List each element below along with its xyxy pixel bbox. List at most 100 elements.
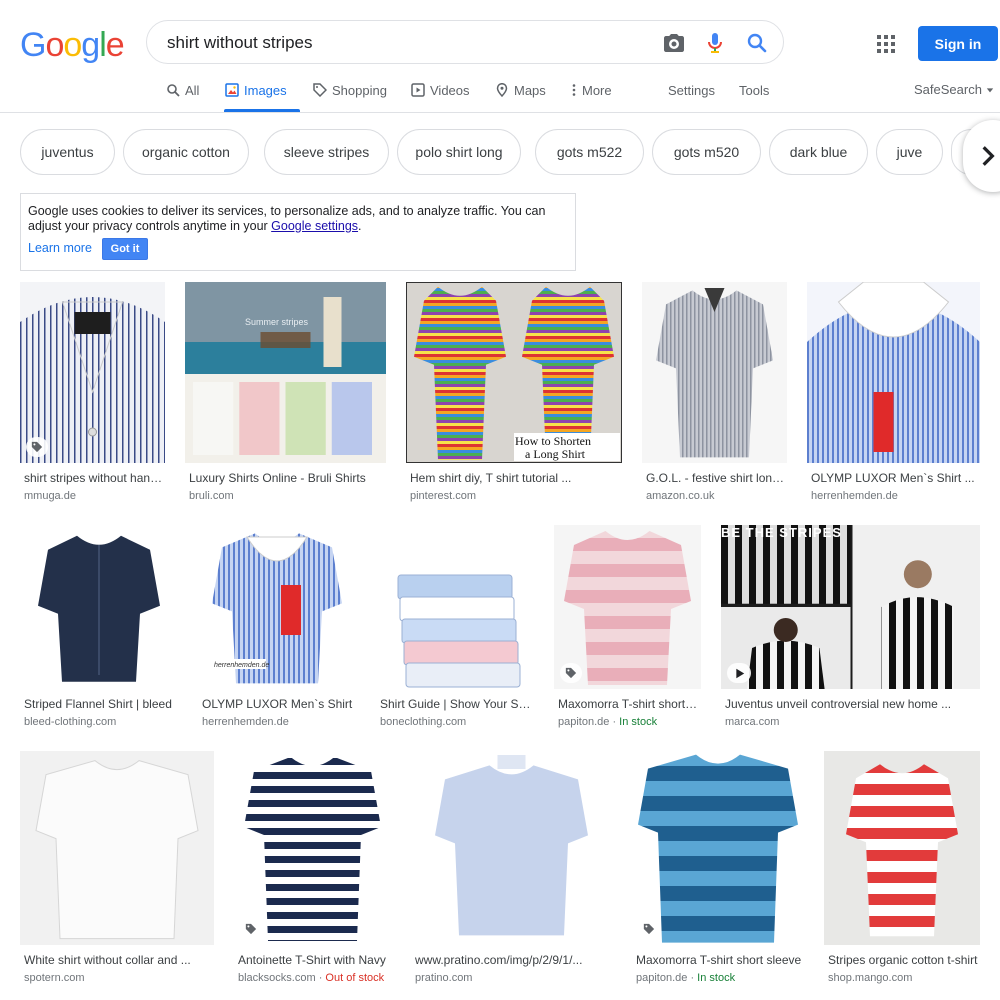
result-title[interactable]: Stripes organic cotton t-shirt [828,953,978,967]
camera-icon[interactable] [662,31,686,55]
chip-sleeve-stripes[interactable]: sleeve stripes [264,129,389,175]
cookie-notice: Google uses cookies to deliver its servi… [20,193,576,271]
settings-link[interactable]: Settings [668,81,715,99]
result-thumbnail[interactable] [824,751,980,945]
product-tag-icon [240,919,262,939]
chip-dark-blue[interactable]: dark blue [769,129,868,175]
microphone-icon[interactable] [703,31,727,55]
tools-link[interactable]: Tools [739,81,769,99]
tab-maps[interactable]: Maps [495,81,546,99]
tab-more[interactable]: More [571,81,612,99]
result-title[interactable]: G.O.L. - festive shirt long sleeve [646,471,785,485]
tab-all[interactable]: All [166,81,199,99]
tab-all-label: All [185,82,200,98]
result-thumbnail[interactable] [234,751,391,945]
result-title[interactable]: OLYMP LUXOR Men`s Shirt [202,697,354,711]
tab-images-label: Images [244,82,287,98]
result-source: mmuga.de [24,490,163,502]
google-settings-link[interactable]: Google settings [271,219,358,233]
result-title[interactable]: shirt stripes without handkerchief [24,471,163,485]
chip-organic-cotton[interactable]: organic cotton [123,129,249,175]
result-source: shop.mango.com [828,972,978,984]
result-title[interactable]: Maxomorra T-shirt short sleeve [558,697,699,711]
product-tag-icon [638,919,660,939]
chevron-right-icon [982,146,995,166]
chip-gots-m520[interactable]: gots m520 [652,129,761,175]
result-thumbnail[interactable] [20,525,178,689]
search-box[interactable]: shirt without stripes [146,20,784,64]
result-source: bleed-clothing.com [24,716,176,728]
result-image [20,525,178,689]
result-image [234,751,391,945]
result-domain: herrenhemden.de [811,490,898,502]
learn-more-link[interactable]: Learn more [28,241,92,256]
video-play-icon [727,663,751,683]
result-domain: pinterest.com [410,490,477,502]
result-thumbnail[interactable] [632,751,804,945]
chip-juve[interactable]: juve [876,129,943,175]
apps-grid-icon[interactable] [876,34,896,54]
sign-in-button[interactable]: Sign in [918,26,998,61]
logo-letter: o [45,26,64,64]
result-thumbnail[interactable] [185,282,386,463]
result-title[interactable]: Maxomorra T-shirt short sleeve [636,953,802,967]
result-domain: amazon.co.uk [646,490,715,502]
separator: · [315,972,326,984]
result-domain: marca.com [725,716,780,728]
result-thumbnail[interactable] [411,751,612,945]
result-domain: blacksocks.com [238,972,316,984]
result-domain: pratino.com [415,972,473,984]
result-thumbnail[interactable] [642,282,787,463]
result-title[interactable]: Luxury Shirts Online - Bruli Shirts [189,471,384,485]
result-thumbnail[interactable] [20,751,214,945]
result-title[interactable]: Antoinette T-Shirt with Navy [238,953,389,967]
result-title[interactable]: www.pratino.com/img/p/2/9/1/... [415,953,610,967]
result-title[interactable]: Striped Flannel Shirt | bleed [24,697,176,711]
result-image [642,282,787,463]
result-source: herrenhemden.de [202,716,354,728]
caret-down-icon [986,88,993,93]
search-icon[interactable] [745,31,769,55]
result-source: pratino.com [415,972,610,984]
result-source: papiton.de · In stock [636,972,802,984]
safesearch-dropdown[interactable]: SafeSearch [914,82,994,97]
result-source: spotern.com [24,972,212,984]
result-domain: papiton.de [558,716,610,728]
google-logo[interactable]: Google [20,26,125,65]
got-it-button[interactable]: Got it [102,238,148,260]
tab-shopping[interactable]: Shopping [313,81,387,99]
result-thumbnail[interactable] [376,525,534,689]
result-image [807,282,980,463]
result-title[interactable]: White shirt without collar and ... [24,953,212,967]
result-thumbnail[interactable] [20,282,165,463]
result-title[interactable]: OLYMP LUXOR Men`s Shirt ... [811,471,978,485]
result-source: herrenhemden.de [811,490,978,502]
result-image [185,282,386,463]
result-image [824,751,980,945]
result-image [20,751,214,945]
result-image [20,282,165,463]
chip-polo-shirt-long[interactable]: polo shirt long [397,129,521,175]
result-source: papiton.de · In stock [558,716,699,728]
stock-status: In stock [619,716,658,728]
logo-letter: e [105,26,125,64]
chip-gots-m522[interactable]: gots m522 [535,129,644,175]
tab-videos[interactable]: Videos [411,81,470,99]
result-thumbnail[interactable] [807,282,980,463]
image-banner-text: BE THE STRIPES [721,525,842,540]
chips-next-button[interactable] [963,120,1000,192]
search-icon [167,84,180,97]
result-domain: boneclothing.com [380,716,467,728]
stock-status: In stock [697,972,736,984]
product-tag-icon [560,663,582,683]
product-tag-icon [26,437,48,457]
result-thumbnail[interactable] [721,525,980,689]
chip-juventus[interactable]: juventus [20,129,115,175]
search-input[interactable]: shirt without stripes [167,33,313,53]
result-image [411,751,612,945]
result-title[interactable]: Juventus unveil controversial new home .… [725,697,978,711]
result-title[interactable]: Hem shirt diy, T shirt tutorial ... [410,471,620,485]
tag-icon [313,83,327,97]
tab-images[interactable]: Images [225,81,287,99]
result-title[interactable]: Shirt Guide | Show Your Style [380,697,532,711]
